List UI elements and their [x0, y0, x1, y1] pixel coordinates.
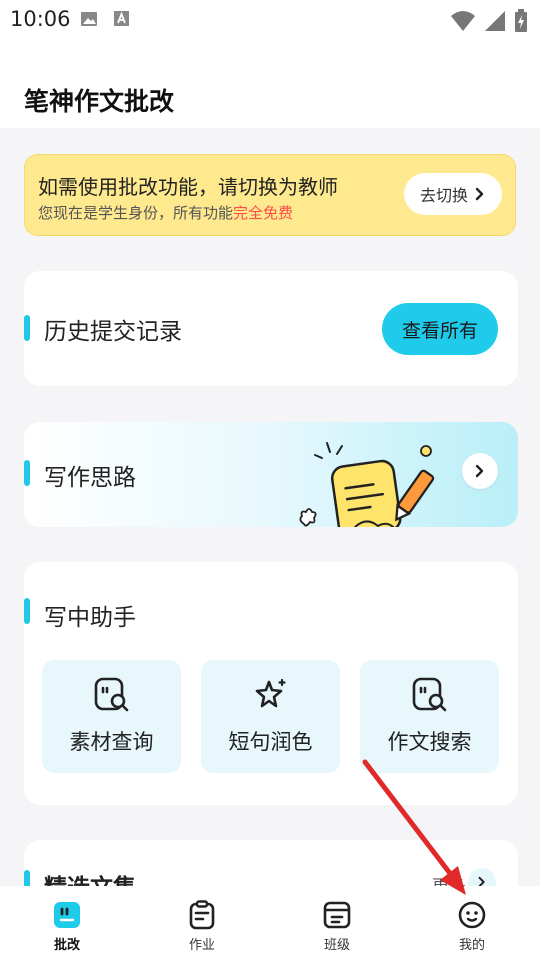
battery-charging-icon	[515, 9, 527, 32]
chevron-right-icon	[475, 464, 484, 478]
tab-label: 我的	[458, 938, 485, 953]
tool-label: 短句润色	[228, 730, 313, 754]
class-icon	[323, 901, 351, 929]
view-all-button[interactable]: 查看所有	[382, 303, 498, 355]
tab-label: 班级	[323, 938, 350, 953]
writing-idea-card[interactable]: 写作思路	[24, 422, 518, 527]
banner-subtitle-text: 您现在是学生身份，所有功能	[38, 204, 234, 222]
status-bar: 10:06	[0, 0, 540, 40]
switch-role-label: 去切换	[419, 186, 468, 205]
tool-essay-search[interactable]: 作文搜索	[360, 660, 499, 773]
tab-label: 批改	[53, 938, 80, 953]
tool-label: 作文搜索	[387, 730, 472, 754]
writing-assistant-card: 写中助手 素材查询 短句润色 作文搜索	[24, 562, 518, 805]
smiley-icon	[458, 901, 486, 929]
image-icon	[81, 12, 97, 26]
signal-icon	[485, 11, 505, 31]
banner-subtitle: 您现在是学生身份，所有功能完全免费	[38, 202, 293, 223]
switch-role-button[interactable]: 去切换	[404, 173, 502, 215]
bottom-tab-bar: 批改 作业 班级 我的	[0, 886, 540, 960]
a-icon	[114, 11, 129, 26]
writing-idea-title: 写作思路	[44, 465, 136, 491]
tab-label: 作业	[188, 938, 215, 953]
accent-bar	[24, 315, 30, 341]
banner-title: 如需使用批改功能，请切换为教师	[38, 175, 338, 199]
status-time: 10:06	[10, 7, 71, 31]
history-title: 历史提交记录	[44, 319, 182, 345]
tab-grading[interactable]: 批改	[17, 886, 117, 960]
assistant-title: 写中助手	[44, 605, 136, 631]
tool-label: 素材查询	[69, 730, 154, 754]
tool-material-search[interactable]: 素材查询	[42, 660, 181, 773]
free-highlight: 完全免费	[233, 204, 294, 222]
tab-class[interactable]: 班级	[287, 886, 387, 960]
role-switch-banner: 如需使用批改功能，请切换为教师 您现在是学生身份，所有功能完全免费 去切换	[24, 154, 516, 236]
writing-idea-arrow-button[interactable]	[462, 453, 498, 489]
sparkle-star-icon	[255, 678, 286, 708]
quote-search-icon	[94, 677, 128, 712]
page-header: 笔神作文批改	[0, 40, 540, 128]
quote-tab-icon	[54, 902, 80, 928]
quote-search-icon	[412, 677, 446, 712]
note-pencil-illustration	[299, 442, 435, 527]
page-title: 笔神作文批改	[24, 87, 175, 116]
tab-homework[interactable]: 作业	[152, 886, 252, 960]
tool-sentence-polish[interactable]: 短句润色	[201, 660, 340, 773]
history-card: 历史提交记录 查看所有	[24, 271, 518, 386]
accent-bar	[24, 598, 30, 624]
chevron-right-icon	[475, 187, 484, 201]
tab-mine[interactable]: 我的	[422, 886, 522, 960]
clipboard-icon	[189, 900, 215, 930]
wifi-icon	[451, 11, 475, 31]
accent-bar	[24, 460, 30, 486]
